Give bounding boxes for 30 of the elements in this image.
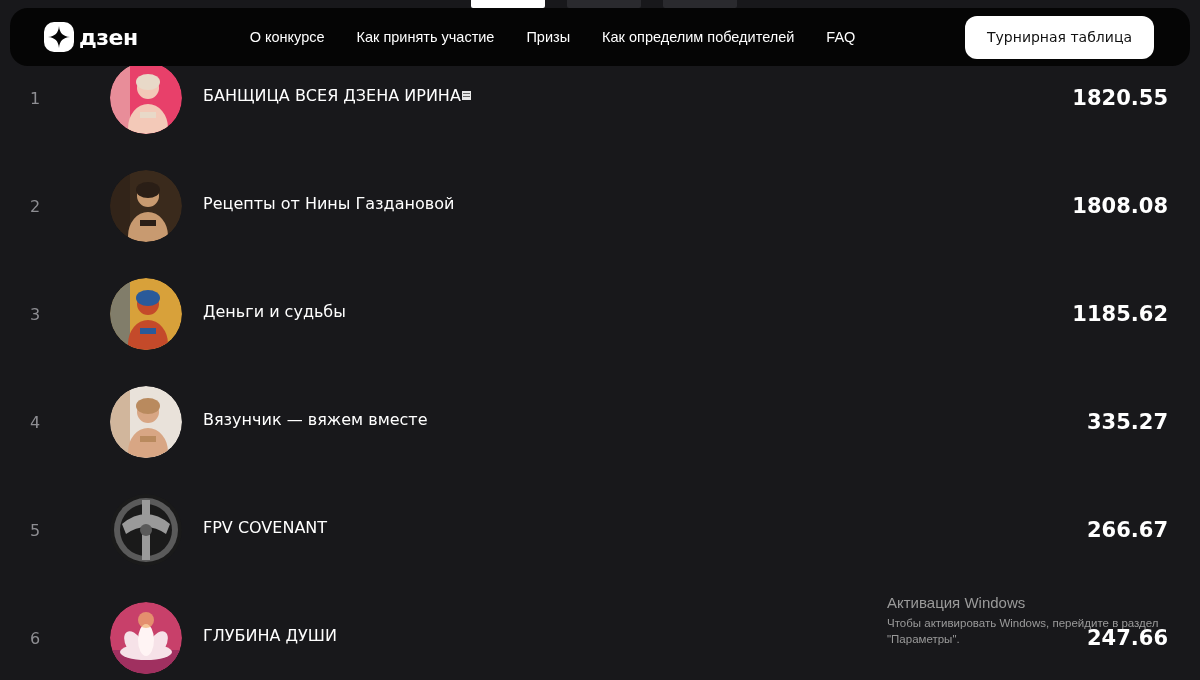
activation-text: "Параметры". bbox=[887, 632, 960, 648]
nav-link[interactable]: FAQ bbox=[826, 29, 856, 45]
nav-link[interactable]: Призы bbox=[526, 29, 571, 45]
nav-link[interactable]: О конкурсе bbox=[249, 29, 325, 45]
rank-number: 6 bbox=[30, 628, 42, 648]
rank-number: 1 bbox=[30, 88, 42, 108]
rank-number: 2 bbox=[30, 196, 42, 216]
channel-name[interactable]: БАНЩИЦА ВСЕЯ ДЗЕНА ИРИНА bbox=[203, 85, 461, 105]
rank-number: 5 bbox=[30, 520, 42, 540]
tab[interactable] bbox=[663, 0, 737, 8]
tab[interactable] bbox=[567, 0, 641, 8]
leaderboard-button[interactable]: Турнирная таблица bbox=[965, 15, 1154, 59]
channel-name[interactable]: Деньги и судьбы bbox=[203, 301, 346, 321]
rank-number: 4 bbox=[30, 412, 42, 432]
score: 1808.08 bbox=[1072, 194, 1168, 218]
logo-icon bbox=[44, 22, 74, 52]
channel-name[interactable]: Вязунчик — вяжем вместе bbox=[203, 409, 428, 429]
logo-text: дзен bbox=[79, 24, 138, 50]
score: 266.67 bbox=[1086, 518, 1168, 542]
score: 1185.62 bbox=[1072, 302, 1168, 326]
nav-link[interactable]: Как определим победителей bbox=[602, 29, 795, 45]
activation-title: Активация Windows bbox=[887, 594, 1027, 611]
channel-name[interactable]: FPV COVENANT bbox=[203, 517, 328, 537]
rank-number: 3 bbox=[30, 304, 42, 324]
tab[interactable] bbox=[471, 0, 545, 8]
channel-name[interactable]: Рецепты от Нины Газдановой bbox=[203, 193, 455, 213]
score: 335.27 bbox=[1086, 410, 1168, 434]
nav-link[interactable]: Как принять участие bbox=[356, 29, 495, 45]
score: 1820.55 bbox=[1072, 86, 1168, 110]
channel-name[interactable]: ГЛУБИНА ДУШИ bbox=[203, 625, 337, 645]
